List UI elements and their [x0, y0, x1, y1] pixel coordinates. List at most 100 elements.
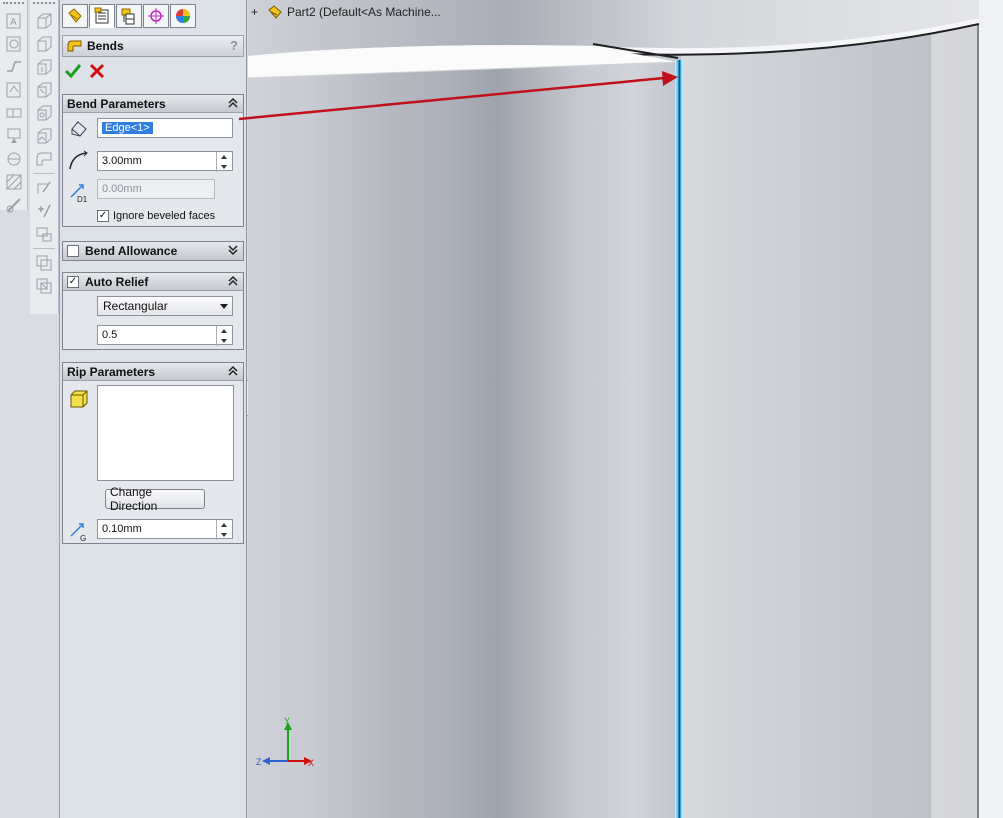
featuremanager-tab-icon — [68, 8, 82, 23]
panel-title: Bends — [87, 39, 124, 53]
selected-edge-highlight[interactable] — [675, 60, 683, 818]
manager-tabs — [60, 4, 196, 30]
hem-icon[interactable] — [34, 103, 54, 123]
graphics-area[interactable] — [248, 0, 1003, 818]
change-direction-button[interactable]: Change Direction — [105, 485, 205, 513]
relief-type-select[interactable]: Rectangular — [97, 296, 233, 316]
dimxpert-tab[interactable] — [143, 4, 169, 28]
auto-relief-title: Auto Relief — [85, 274, 149, 289]
ignore-beveled-faces-label: Ignore beveled faces — [113, 210, 216, 222]
sheet-metal-toolbar — [30, 0, 59, 314]
bend-allowance-title: Bend Allowance — [85, 244, 178, 258]
bend-parameters-group: Bend Parameters Edge<1> 3.00mm D1 0.00mm… — [62, 94, 244, 227]
viewport-right-background — [979, 0, 1003, 818]
tree-item-label: Part2 (Default<As Machine... — [287, 5, 441, 19]
rip-gap-value: 0.10mm — [102, 523, 142, 535]
relief-ratio-spinner[interactable] — [216, 326, 232, 346]
display-manager-tab[interactable] — [170, 4, 196, 28]
rip-edges-list[interactable] — [97, 385, 234, 481]
d1-value: 0.00mm — [102, 183, 142, 195]
auto-relief-header[interactable]: ✓ Auto Relief — [63, 273, 243, 291]
toolbar-separator — [33, 173, 55, 174]
chevron-up-icon[interactable] — [227, 275, 239, 287]
svg-text:A: A — [10, 17, 17, 28]
relief-ratio-input[interactable]: 0.5 — [97, 325, 233, 346]
balloon-icon[interactable] — [4, 34, 24, 54]
bend-radius-spinner[interactable] — [216, 152, 232, 172]
chevron-up-icon[interactable] — [227, 365, 239, 377]
chevron-down-icon — [220, 304, 228, 309]
svg-text:D1: D1 — [77, 195, 88, 203]
feature-tree-flyout-item[interactable]: + Part2 (Default<As Machine... — [251, 3, 441, 21]
toolbar-grip[interactable] — [33, 2, 55, 8]
rip-gap-icon: G — [70, 523, 86, 542]
rip-parameters-group: Rip Parameters Change Direction G 0.10mm — [62, 362, 244, 544]
cosmetic-thread-icon[interactable] — [4, 195, 24, 215]
propertymanager-tab[interactable] — [89, 4, 115, 28]
datum-target-icon[interactable] — [4, 149, 24, 169]
bend-radius-input[interactable]: 3.00mm — [97, 151, 233, 172]
help-icon[interactable]: ? — [230, 38, 238, 53]
configurationmanager-tab-icon — [121, 8, 135, 25]
convert-to-sheet-metal-icon[interactable] — [34, 34, 54, 54]
rip-edges-icon — [70, 390, 88, 408]
hatch-icon[interactable] — [4, 172, 24, 192]
bend-radius-icon — [69, 150, 88, 170]
configurationmanager-tab[interactable] — [116, 4, 142, 28]
tree-expander[interactable]: + — [251, 5, 261, 19]
rip-gap-input[interactable]: 0.10mm — [97, 519, 233, 540]
display-manager-tab-icon — [176, 9, 190, 23]
d1-dimension-icon: D1 — [70, 184, 88, 203]
propertymanager-tab-icon — [94, 7, 109, 24]
gtol-icon[interactable] — [4, 103, 24, 123]
fold-icon[interactable] — [34, 276, 54, 296]
ignore-beveled-faces-checkbox[interactable]: ✓ — [97, 210, 109, 222]
bend-parameters-title: Bend Parameters — [67, 96, 166, 111]
reference-triad: Y X Z — [256, 716, 314, 768]
fixed-face-selection-icon — [71, 121, 87, 137]
dimxpert-tab-icon — [148, 8, 164, 24]
featuremanager-tab[interactable] — [62, 4, 88, 28]
chevron-up-icon[interactable] — [227, 97, 239, 109]
relief-type-value: Rectangular — [103, 299, 168, 313]
insert-bends-icon[interactable] — [34, 149, 54, 169]
edge-selection-item[interactable]: Edge<1> — [102, 122, 153, 134]
miter-flange-icon[interactable] — [34, 80, 54, 100]
unfold-icon[interactable] — [34, 253, 54, 273]
bends-feature-icon — [67, 40, 82, 52]
auto-relief-group: ✓ Auto Relief Rectangular 0.5 — [62, 272, 244, 350]
auto-relief-checkbox[interactable]: ✓ — [67, 275, 79, 288]
property-manager-panel: Bends ? Bend Parameters Edge<1> 3.00mm D… — [59, 0, 247, 818]
jog-icon[interactable] — [34, 126, 54, 146]
svg-text:G: G — [80, 534, 86, 542]
cylinder-silhouette-edge — [977, 0, 979, 818]
panel-title-bar: Bends ? — [62, 35, 244, 57]
fixed-face-selection-box[interactable]: Edge<1> — [97, 118, 233, 138]
ok-checkmark-icon[interactable] — [64, 62, 82, 80]
rip-gap-spinner[interactable] — [216, 520, 232, 540]
weld-symbol-icon[interactable] — [4, 80, 24, 100]
ignore-beveled-faces-row[interactable]: ✓ Ignore beveled faces — [97, 210, 215, 222]
bend-allowance-group: Bend Allowance — [62, 241, 244, 261]
triad-z-label: Z — [256, 757, 262, 767]
relief-ratio-value: 0.5 — [102, 329, 118, 341]
note-icon[interactable]: A — [4, 11, 24, 31]
rip-parameters-title: Rip Parameters — [67, 364, 156, 379]
bend-radius-value: 3.00mm — [102, 155, 142, 167]
chevron-down-icon[interactable] — [227, 244, 239, 256]
cancel-x-icon[interactable] — [88, 62, 106, 80]
cross-break-icon[interactable] — [34, 201, 54, 221]
bend-allowance-header[interactable]: Bend Allowance — [63, 242, 243, 260]
corner-trim-icon[interactable] — [34, 224, 54, 244]
d1-value-input: 0.00mm — [97, 179, 215, 199]
toolbar-grip[interactable] — [3, 2, 24, 8]
rip-parameters-header[interactable]: Rip Parameters — [63, 363, 243, 381]
triad-y-label: Y — [284, 716, 290, 726]
base-flange-icon[interactable] — [34, 11, 54, 31]
bend-allowance-checkbox[interactable] — [67, 245, 79, 257]
sketched-bend-icon[interactable] — [34, 178, 54, 198]
datum-feature-icon[interactable] — [4, 126, 24, 146]
bend-parameters-header[interactable]: Bend Parameters — [63, 95, 243, 113]
edge-flange-icon[interactable] — [34, 57, 54, 77]
surface-finish-icon[interactable] — [4, 57, 24, 77]
